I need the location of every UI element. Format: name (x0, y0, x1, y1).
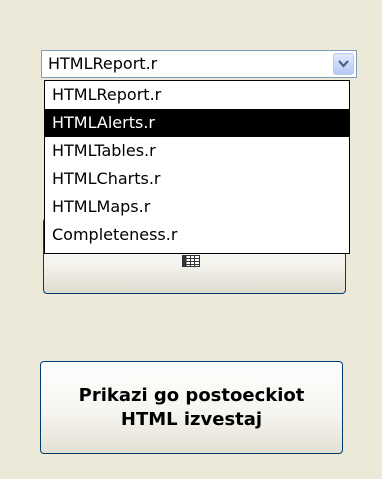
report-option[interactable]: HTMLMaps.r (45, 193, 349, 221)
report-option[interactable]: HTMLCharts.r (45, 165, 349, 193)
report-option[interactable]: HTMLReport.r (45, 81, 349, 109)
report-select-value: HTMLReport.r (48, 54, 158, 73)
report-select[interactable]: HTMLReport.r (41, 50, 357, 78)
report-option[interactable]: Completeness.r (45, 221, 349, 249)
report-options-list: HTMLReport.r HTMLAlerts.r HTMLTables.r H… (44, 80, 350, 254)
dropdown-arrow-button[interactable] (333, 53, 354, 75)
chevron-down-icon (338, 60, 349, 68)
form-panel: HTMLReport.r HTMLReport.r HTMLAlerts.r H… (0, 0, 382, 479)
show-report-button-label: Prikazi go postoeckiot HTML izvestaj (78, 384, 305, 430)
table-grid-icon (182, 255, 200, 267)
show-report-button[interactable]: Prikazi go postoeckiot HTML izvestaj (40, 361, 343, 454)
report-option-selected[interactable]: HTMLAlerts.r (45, 109, 349, 137)
report-option[interactable]: HTMLTables.r (45, 137, 349, 165)
